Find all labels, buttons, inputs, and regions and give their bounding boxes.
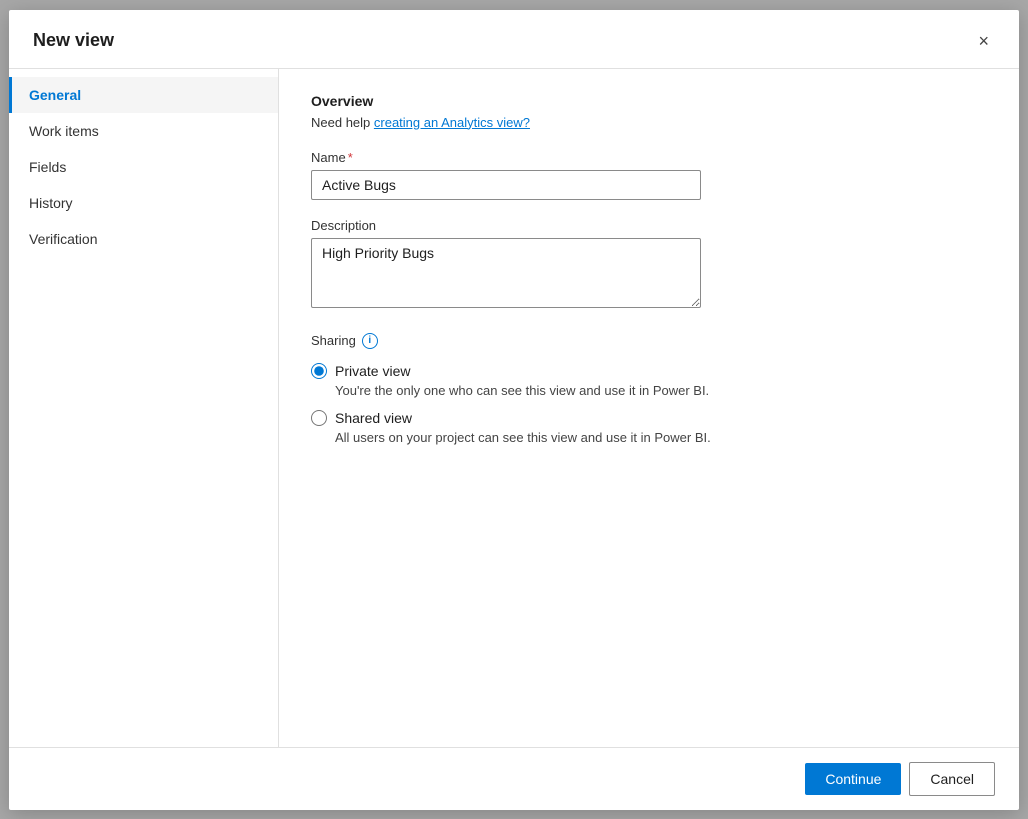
info-icon[interactable]: i bbox=[362, 333, 378, 349]
shared-view-label[interactable]: Shared view bbox=[311, 410, 987, 426]
private-view-label[interactable]: Private view bbox=[311, 363, 987, 379]
description-label: Description bbox=[311, 218, 987, 233]
sidebar: General Work items Fields History Verifi… bbox=[9, 69, 279, 747]
shared-view-radio[interactable] bbox=[311, 410, 327, 426]
dialog-footer: Continue Cancel bbox=[9, 747, 1019, 810]
private-view-desc: You're the only one who can see this vie… bbox=[335, 383, 987, 398]
name-group: Name* bbox=[311, 150, 987, 200]
sharing-section: Sharing i Private view You're the only o… bbox=[311, 333, 987, 445]
description-input[interactable]: High Priority Bugs bbox=[311, 238, 701, 308]
shared-view-option: Shared view All users on your project ca… bbox=[311, 410, 987, 445]
sharing-title: Sharing bbox=[311, 333, 356, 348]
sidebar-item-work-items[interactable]: Work items bbox=[9, 113, 278, 149]
sidebar-item-general[interactable]: General bbox=[9, 77, 278, 113]
dialog-title: New view bbox=[33, 30, 114, 51]
private-view-option: Private view You're the only one who can… bbox=[311, 363, 987, 398]
name-input[interactable] bbox=[311, 170, 701, 200]
sidebar-item-fields[interactable]: Fields bbox=[9, 149, 278, 185]
analytics-view-link[interactable]: creating an Analytics view? bbox=[374, 115, 530, 130]
description-group: Description High Priority Bugs bbox=[311, 218, 987, 313]
dialog-header: New view × bbox=[9, 10, 1019, 69]
new-view-dialog: New view × General Work items Fields His… bbox=[9, 10, 1019, 810]
close-button[interactable]: × bbox=[972, 28, 995, 54]
dialog-body: General Work items Fields History Verifi… bbox=[9, 69, 1019, 747]
required-star: * bbox=[348, 150, 353, 165]
name-label: Name* bbox=[311, 150, 987, 165]
overview-title: Overview bbox=[311, 93, 987, 109]
sidebar-item-history[interactable]: History bbox=[9, 185, 278, 221]
private-view-radio[interactable] bbox=[311, 363, 327, 379]
main-content: Overview Need help creating an Analytics… bbox=[279, 69, 1019, 747]
sidebar-item-verification[interactable]: Verification bbox=[9, 221, 278, 257]
sharing-header: Sharing i bbox=[311, 333, 987, 349]
cancel-button[interactable]: Cancel bbox=[909, 762, 995, 796]
shared-view-desc: All users on your project can see this v… bbox=[335, 430, 987, 445]
dialog-overlay: New view × General Work items Fields His… bbox=[0, 0, 1028, 819]
continue-button[interactable]: Continue bbox=[805, 763, 901, 795]
help-text: Need help creating an Analytics view? bbox=[311, 115, 987, 130]
